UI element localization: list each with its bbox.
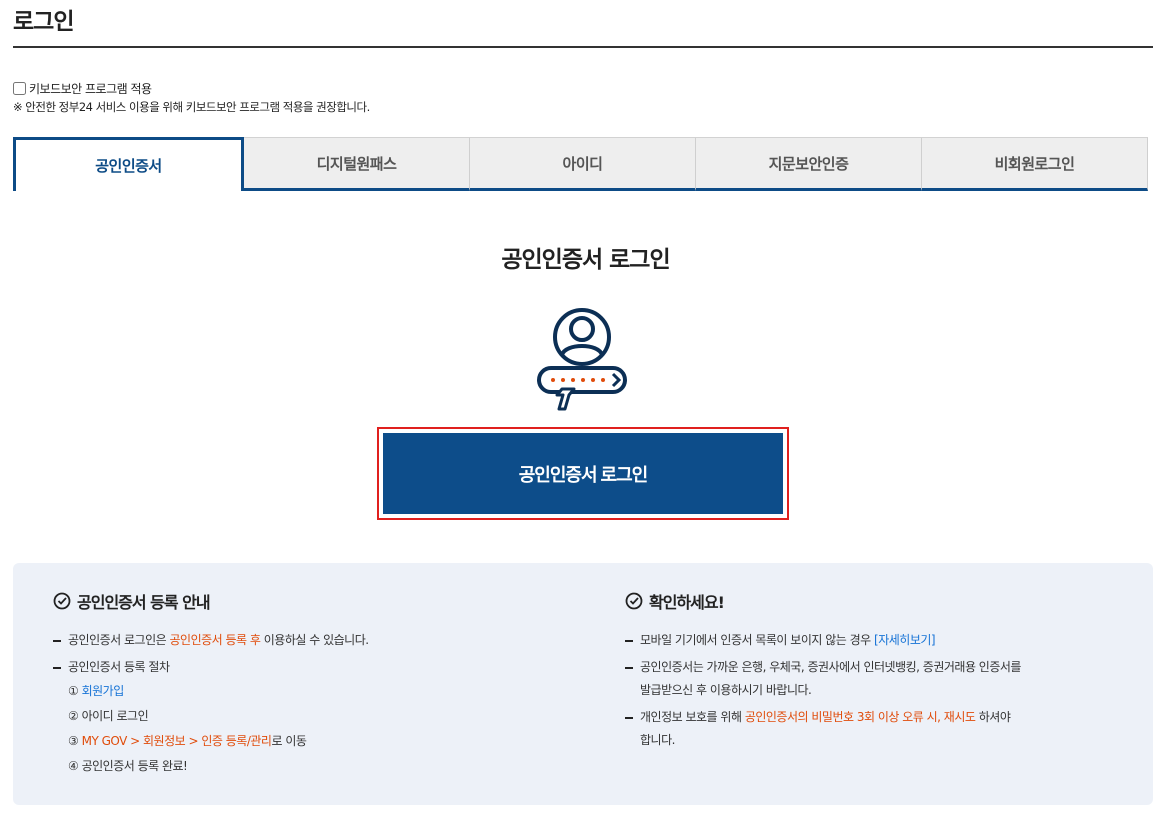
tab-digital-onepass[interactable]: 디지털원패스 [244, 137, 470, 191]
certificate-user-icon [537, 308, 627, 411]
info-panel: 공인인증서 등록 안내 공인인증서 로그인은 공인인증서 등록 후 이용하실 수… [13, 563, 1153, 805]
registration-required-highlight: 공인인증서 등록 후 [169, 633, 261, 647]
certificate-login-button[interactable]: 공인인증서 로그인 [383, 433, 783, 514]
notice-heading: 확인하세요! [625, 589, 1145, 613]
keyboard-security-option[interactable]: 키보드보안 프로그램 적용 [13, 80, 152, 97]
list-item: 공인인증서 로그인은 공인인증서 등록 후 이용하실 수 있습니다. [53, 629, 573, 652]
step-move-to-registration: ③ MY GOV > 회원정보 > 인증 등록/관리로 이동 [68, 734, 307, 748]
check-circle-icon [625, 592, 643, 610]
dash-icon [625, 667, 633, 669]
guide-list: 공인인증서 로그인은 공인인증서 등록 후 이용하실 수 있습니다. 공인인증서… [53, 629, 573, 779]
title-divider [13, 46, 1153, 48]
list-item: 개인정보 보호를 위해 공인인증서의 비밀번호 3회 이상 오류 시, 재시도 … [625, 706, 1145, 752]
step-id-login: ② 아이디 로그인 [68, 709, 149, 723]
page-title: 로그인 [13, 9, 74, 35]
keyboard-security-label: 키보드보안 프로그램 적용 [29, 82, 152, 96]
tab-id[interactable]: 아이디 [470, 137, 696, 191]
guide-heading-text: 공인인증서 등록 안내 [77, 593, 211, 612]
notice-list: 모바일 기기에서 인증서 목록이 보이지 않는 경우 [자세히보기] 공인인증서… [625, 629, 1145, 752]
tab-fingerprint[interactable]: 지문보안인증 [696, 137, 922, 191]
dash-icon [625, 640, 633, 642]
password-error-highlight: 공인인증서의 비밀번호 3회 이상 오류 시, 재시도 [744, 710, 976, 724]
registration-steps-title: 공인인증서 등록 절차 [68, 660, 170, 674]
mygov-path-highlight: MY GOV > 회원정보 > 인증 등록/관리 [81, 734, 272, 748]
dash-icon [53, 640, 61, 642]
step-complete: ④ 공인인증서 등록 완료! [68, 759, 188, 773]
tab-non-member[interactable]: 비회원로그인 [922, 137, 1148, 191]
list-item: 모바일 기기에서 인증서 목록이 보이지 않는 경우 [자세히보기] [625, 629, 1145, 652]
check-circle-icon [53, 592, 71, 610]
signup-link[interactable]: 회원가입 [82, 684, 125, 698]
details-link[interactable]: [자세히보기] [874, 633, 936, 647]
guide-heading: 공인인증서 등록 안내 [53, 589, 573, 613]
list-item: 공인인증서는 가까운 은행, 우체국, 증권사에서 인터넷뱅킹, 증권거래용 인… [625, 656, 1145, 702]
tab-certificate[interactable]: 공인인증서 [13, 137, 244, 191]
dash-icon [625, 717, 633, 719]
notice-heading-text: 확인하세요! [649, 593, 725, 612]
check-notice: 확인하세요! 모바일 기기에서 인증서 목록이 보이지 않는 경우 [자세히보기… [625, 589, 1145, 752]
dash-icon [53, 667, 61, 669]
certificate-login-heading: 공인인증서 로그인 [501, 247, 670, 273]
list-item: 공인인증서 등록 절차 ① 회원가입 ② 아이디 로그인 ③ MY GOV > … [53, 656, 573, 779]
step-signup: ① 회원가입 [68, 684, 125, 698]
keyboard-security-note: ※ 안전한 정부24 서비스 이용을 위해 키보드보안 프로그램 적용을 권장합… [13, 100, 370, 114]
login-method-tabs: 공인인증서 디지털원패스 아이디 지문보안인증 비회원로그인 [13, 137, 1148, 191]
certificate-registration-guide: 공인인증서 등록 안내 공인인증서 로그인은 공인인증서 등록 후 이용하실 수… [53, 589, 573, 779]
keyboard-security-checkbox[interactable] [13, 82, 26, 95]
